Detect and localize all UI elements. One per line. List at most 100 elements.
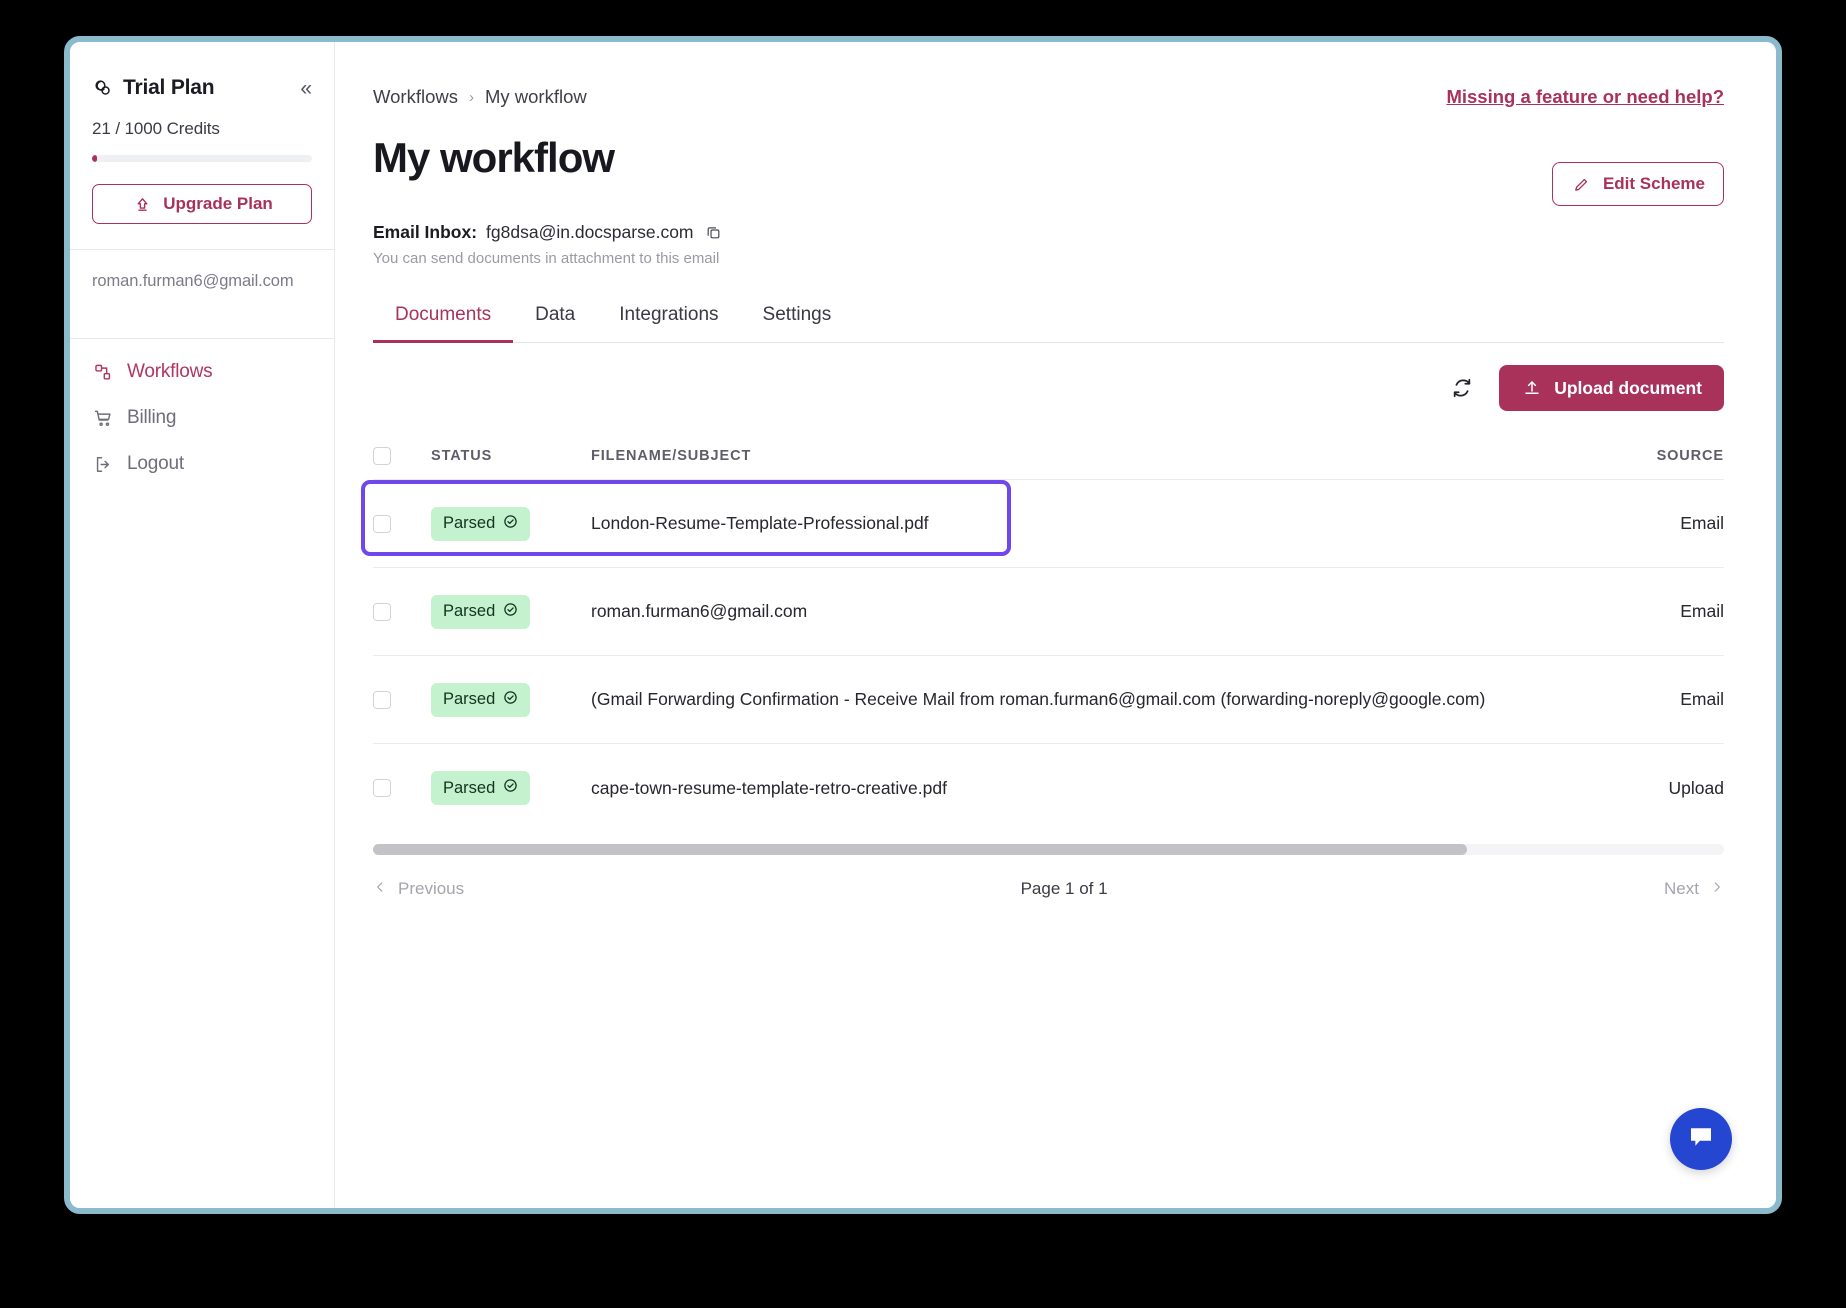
help-link[interactable]: Missing a feature or need help? — [1446, 86, 1724, 108]
sidebar-item-logout[interactable]: Logout — [70, 441, 334, 487]
tab-settings[interactable]: Settings — [741, 294, 854, 343]
row-checkbox[interactable] — [373, 602, 391, 621]
status-badge-label: Parsed — [443, 690, 496, 708]
tab-documents[interactable]: Documents — [373, 294, 514, 343]
sidebar-item-billing[interactable]: Billing — [70, 395, 334, 441]
table-row[interactable]: Parsed London-Resume-Template-Profession… — [373, 480, 1724, 568]
check-circle-icon — [503, 602, 518, 622]
status-badge: Parsed — [431, 506, 531, 541]
email-inbox-block: Email Inbox: fg8dsa@in.docsparse.com You… — [335, 206, 1776, 267]
email-inbox-label: Email Inbox: — [373, 222, 478, 242]
check-circle-icon — [503, 690, 518, 710]
select-all-checkbox[interactable] — [373, 447, 391, 465]
pagination: Previous Page 1 of 1 Next — [373, 879, 1724, 899]
edit-scheme-button[interactable]: Edit Scheme — [1551, 162, 1724, 206]
row-checkbox-cell — [373, 514, 431, 533]
cart-icon — [92, 407, 114, 429]
row-checkbox-cell — [373, 690, 431, 709]
row-status-cell: Parsed — [431, 506, 591, 541]
table-header-row: STATUS FILENAME/SUBJECT SOURCE — [373, 435, 1724, 480]
column-header-filename: FILENAME/SUBJECT — [591, 448, 752, 464]
chevron-left-icon — [373, 879, 387, 899]
row-checkbox-cell — [373, 602, 431, 621]
sidebar-item-billing-label: Billing — [127, 407, 177, 428]
plan-header-row: Trial Plan « — [92, 76, 312, 100]
row-filename: roman.furman6@gmail.com — [591, 601, 808, 621]
row-checkbox-cell — [373, 779, 431, 797]
row-checkbox[interactable] — [373, 690, 391, 709]
upload-document-label: Upload document — [1554, 377, 1702, 398]
plan-block: Trial Plan « 21 / 1000 Credits Upgrade P… — [70, 42, 334, 224]
scrollbar-thumb[interactable] — [373, 844, 1468, 855]
email-inbox-line: Email Inbox: fg8dsa@in.docsparse.com — [373, 222, 1776, 243]
table-toolbar: Upload document — [373, 365, 1724, 411]
pencil-icon — [1571, 173, 1593, 195]
tab-bar: Documents Data Integrations Settings — [373, 294, 1724, 343]
email-inbox-value: fg8dsa@in.docsparse.com — [486, 222, 694, 242]
table-row[interactable]: Parsed roman.furman6@gmail.com Email — [373, 568, 1724, 656]
status-badge: Parsed — [431, 682, 531, 717]
breadcrumb: Workflows › My workflow — [373, 86, 587, 108]
sidebar-item-logout-label: Logout — [127, 453, 184, 474]
column-header-status: STATUS — [431, 448, 493, 464]
row-source: Upload — [1668, 777, 1724, 798]
chat-widget-button[interactable] — [1670, 1108, 1732, 1170]
sidebar-user-email: roman.furman6@gmail.com — [92, 272, 294, 290]
edit-scheme-label: Edit Scheme — [1602, 174, 1705, 193]
upgrade-plan-label: Upgrade Plan — [163, 194, 273, 213]
upload-document-button[interactable]: Upload document — [1499, 365, 1724, 411]
next-page-button[interactable]: Next — [1664, 879, 1724, 899]
workflows-icon — [92, 361, 114, 383]
sidebar-item-workflows-label: Workflows — [127, 361, 213, 382]
row-status-cell: Parsed — [431, 682, 591, 717]
previous-page-label: Previous — [398, 879, 465, 898]
breadcrumb-workflows[interactable]: Workflows — [373, 86, 458, 108]
row-filename: cape-town-resume-template-retro-creative… — [591, 777, 947, 798]
row-checkbox[interactable] — [373, 779, 391, 797]
previous-page-button[interactable]: Previous — [373, 879, 464, 899]
page-indicator: Page 1 of 1 — [1020, 879, 1108, 898]
refresh-icon[interactable] — [1447, 373, 1477, 403]
title-row: My workflow Edit Scheme — [335, 108, 1776, 206]
table-body: Parsed London-Resume-Template-Profession… — [361, 480, 1724, 832]
email-inbox-hint: You can send documents in attachment to … — [373, 250, 720, 267]
check-circle-icon — [503, 514, 518, 534]
upload-icon — [1521, 377, 1543, 399]
column-header-source: SOURCE — [1656, 448, 1724, 464]
main-content: Workflows › My workflow Missing a featur… — [335, 42, 1776, 1208]
table-horizontal-scrollbar[interactable] — [373, 844, 1724, 855]
plan-title: Trial Plan — [123, 76, 215, 99]
sidebar-item-workflows[interactable]: Workflows — [70, 349, 334, 395]
row-source: Email — [1680, 689, 1724, 709]
row-filename: (Gmail Forwarding Confirmation - Receive… — [591, 689, 1486, 709]
status-badge: Parsed — [431, 771, 531, 805]
row-source: Email — [1680, 601, 1724, 621]
credits-text: 21 / 1000 Credits — [92, 119, 220, 138]
upgrade-plan-button[interactable]: Upgrade Plan — [92, 184, 312, 224]
next-page-label: Next — [1664, 879, 1699, 898]
tab-integrations[interactable]: Integrations — [597, 294, 740, 343]
status-badge-label: Parsed — [443, 778, 496, 797]
table-row[interactable]: Parsed cape-town-resume-template-retro-c… — [373, 744, 1724, 832]
sidebar-collapse-button[interactable]: « — [300, 78, 312, 99]
chat-bubble-icon — [1686, 1122, 1716, 1157]
app-window: Trial Plan « 21 / 1000 Credits Upgrade P… — [64, 36, 1782, 1214]
coins-icon — [92, 77, 114, 99]
breadcrumb-separator-icon: › — [468, 88, 474, 106]
sidebar-nav: Workflows Billing Logout — [70, 339, 334, 487]
credits-progress-fill — [92, 155, 97, 162]
page-title: My workflow — [373, 134, 615, 181]
row-status-cell: Parsed — [431, 594, 591, 629]
row-filename: London-Resume-Template-Professional.pdf — [591, 513, 929, 533]
table-row[interactable]: Parsed (Gmail Forwarding Confirmation - … — [373, 656, 1724, 744]
copy-icon[interactable] — [705, 224, 722, 241]
status-badge-label: Parsed — [443, 602, 496, 620]
row-checkbox[interactable] — [373, 514, 391, 533]
sidebar: Trial Plan « 21 / 1000 Credits Upgrade P… — [70, 42, 335, 1208]
tab-data[interactable]: Data — [513, 294, 597, 343]
check-circle-icon — [503, 778, 518, 798]
credits-progress-bar — [92, 155, 312, 162]
row-source: Email — [1680, 513, 1724, 533]
documents-table: STATUS FILENAME/SUBJECT SOURCE Parsed Lo… — [361, 435, 1724, 832]
upgrade-arrow-icon — [131, 193, 153, 215]
